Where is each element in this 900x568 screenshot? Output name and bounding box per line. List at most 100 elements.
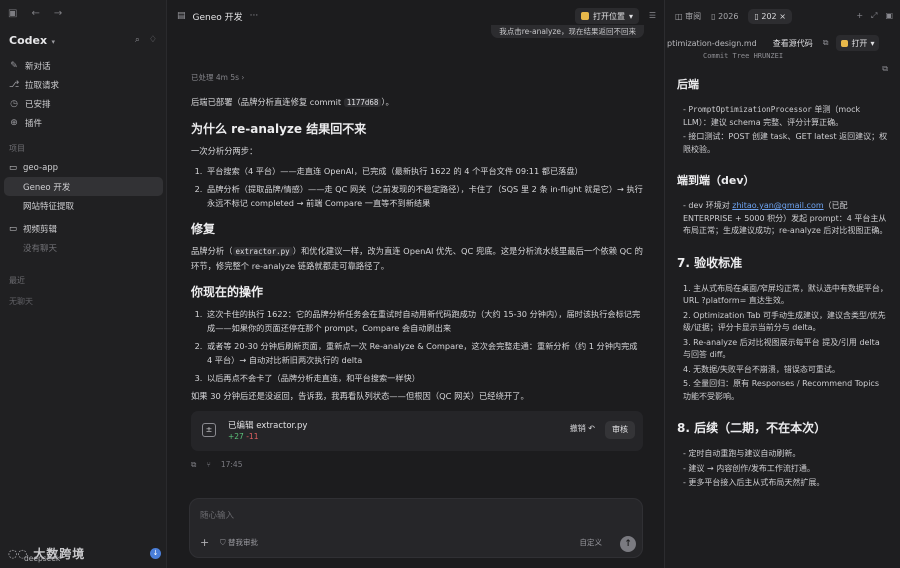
list-item: 这次卡住的执行 1622：它的品牌分析任务会在重试时自动用新代码跑成功（大约 1… — [205, 307, 643, 335]
code-snippet-cut: Commit Tree HRUNZEI — [703, 52, 784, 60]
composer-input[interactable]: 随心输入 — [200, 509, 234, 521]
lines-removed: -11 — [246, 432, 259, 441]
document-icon: ▯ — [711, 11, 716, 21]
folder-icon: ▭ — [9, 162, 18, 173]
bell-icon[interactable]: ♢ — [149, 35, 157, 45]
chat-label: 网站特征提取 — [23, 201, 75, 212]
tab-doc-2[interactable]: ▯ 202 × — [748, 8, 792, 24]
heading-backend: 后端 — [677, 78, 699, 91]
back-arrow-icon[interactable]: ← — [31, 8, 39, 19]
brand-name: Codex — [9, 34, 48, 47]
project-label: geo-app — [23, 162, 59, 173]
diff-panel-icon[interactable]: ☰ — [649, 11, 656, 20]
list-item: 品牌分析（提取品牌/情感）——走 QC 网关（之前发现的不稳定路径），卡住了（S… — [205, 182, 643, 210]
nav-label: 已安排 — [25, 99, 51, 110]
file-diff-icon: ± — [202, 423, 216, 437]
open-button[interactable]: 打开 ▾ — [836, 35, 880, 51]
nav-scheduled[interactable]: ◷ 已安排 — [0, 94, 167, 113]
processed-time[interactable]: 已处理 4m 5s › — [191, 72, 643, 83]
tab-label: 202 — [761, 11, 777, 21]
folder-icon: ▭ — [9, 223, 18, 234]
folder-app-icon — [580, 12, 589, 20]
project-geo-app[interactable]: ▭ geo-app — [0, 158, 167, 177]
processed-label: 已处理 4m 5s — [191, 73, 240, 82]
send-button[interactable]: ↑ — [620, 536, 636, 552]
chevron-down-icon: ▾ — [870, 38, 875, 48]
permission-selector[interactable]: ⛉ 替我审批 — [220, 537, 258, 548]
panel-toggle-icon[interactable]: ▣ — [885, 11, 893, 21]
chat-panel: ▤ Geneo 开发 ··· 打开位置 ▾ ☰ 我点击re-analyze，现在… — [167, 0, 664, 568]
heading-e2e: 端到端（dev） — [677, 174, 755, 187]
undo-button[interactable]: 撤销 ↶ — [570, 423, 595, 434]
nav-pull-requests[interactable]: ⎇ 拉取请求 — [0, 75, 167, 94]
nav-new-chat[interactable]: ✎ 新对话 — [0, 56, 167, 75]
document-content: Commit Tree HRUNZEI 后端 - PromptOptimizat… — [677, 50, 889, 492]
commit-hash: 1177d68 — [343, 98, 382, 107]
assistant-message: 已处理 4m 5s › 后端已部署（品牌分析直连修复 commit 1177d6… — [191, 72, 643, 403]
heading-now: 你现在的操作 — [191, 285, 264, 299]
chevron-right-icon: › — [241, 73, 245, 82]
expand-icon[interactable]: ⤢ — [871, 11, 877, 21]
nav-label: 插件 — [25, 118, 43, 129]
view-source-button[interactable]: 查看源代码 — [773, 38, 813, 49]
project-video-edit[interactable]: ▭ 视频剪辑 — [0, 219, 167, 238]
file-edit-card[interactable]: ± 已编辑 extractor.py +27 -11 撤销 ↶ 审核 — [191, 411, 643, 451]
forward-arrow-icon[interactable]: → — [54, 8, 62, 19]
list-item: 或者等 20-30 分钟后刷新页面，重新点一次 Re-analyze & Com… — [205, 339, 643, 367]
list-item: - dev 环境对 zhitao.yan@gmail.com（已配 ENTERP… — [677, 200, 889, 238]
tab-review[interactable]: ◫ 审阅 — [675, 11, 701, 22]
search-icon[interactable]: ⌕ — [135, 35, 140, 45]
fork-icon[interactable]: ⑂ — [206, 460, 211, 470]
workspace-switcher[interactable]: Codex ▾ — [9, 34, 55, 47]
tab-doc-1[interactable]: ▯ 2026 — [711, 12, 738, 21]
email-link[interactable]: zhitao.yan@gmail.com — [732, 201, 823, 210]
heading-followup: 8. 后续（二期，不在本次） — [677, 421, 827, 435]
add-attachment-icon[interactable]: + — [200, 536, 209, 549]
recent-empty-label: 无聊天 — [9, 297, 33, 306]
close-icon[interactable]: × — [779, 12, 786, 21]
list-item: 4. 无数据/失败平台不崩溃，错误态可重试。 — [683, 364, 840, 374]
heading-acceptance: 7. 验收标准 — [677, 255, 743, 270]
open-location-button[interactable]: 打开位置 ▾ — [574, 8, 639, 24]
chevron-down-icon: ▾ — [628, 11, 633, 21]
chat-site-feature-extract[interactable]: 网站特征提取 — [0, 196, 167, 215]
undo-label: 撤销 — [569, 424, 586, 433]
chat-label: Geneo 开发 — [23, 182, 71, 193]
account-footer[interactable]: ◌◌ 大数跨境 deepseek — [8, 545, 85, 563]
project-empty-chats: 没有聊天 — [0, 238, 167, 257]
tab-bar: ◫ 审阅 ▯ 2026 ▯ 202 × + ⤢ ▣ — [665, 0, 900, 32]
fix-paragraph: 品牌分析（ extractor.py ）和优化建议一样，改为直连 OpenAI 优先… — [191, 244, 643, 273]
chat-geneo-dev[interactable]: Geneo 开发 — [4, 177, 163, 196]
item-text: - dev 环境对 — [683, 201, 733, 210]
pull-request-icon: ⎇ — [9, 79, 20, 90]
list-item: - PromptOptimizationProcessor 单测（mock LL… — [677, 104, 889, 129]
user-message: 我点击re-analyze，现在结果返回不回来 — [491, 25, 644, 38]
new-chat-icon: ✎ — [10, 60, 18, 71]
list-item: 3. Re-analyze 后对比视图展示每平台 提及/引用 delta 与回答… — [683, 337, 880, 360]
sidebar-toggle-icon[interactable]: ▣ — [8, 8, 17, 19]
copy-icon[interactable]: ⧉ — [191, 460, 196, 470]
schedule-icon: ◷ — [10, 98, 18, 109]
copy-icon[interactable]: ⧉ — [823, 38, 829, 48]
projects-section-label: 项目 — [9, 144, 25, 153]
nav-plugins[interactable]: ⊕ 插件 — [0, 113, 167, 132]
document-panel: ◫ 审阅 ▯ 2026 ▯ 202 × + ⤢ ▣ ptimization-de… — [664, 0, 900, 568]
add-tab-icon[interactable]: + — [856, 11, 863, 21]
list-item: - 定时自动重跑与建议自动刷新。 — [683, 449, 801, 458]
nav-label: 新对话 — [25, 61, 51, 72]
list-item: - 更多平台接入后主从式布局天然扩展。 — [683, 478, 825, 487]
window-controls: ▣ ← → — [8, 8, 62, 19]
chat-title: Geneo 开发 — [192, 12, 243, 23]
more-options-icon[interactable]: ··· — [250, 11, 259, 21]
list-item: - 建议 → 内容创作/发布工作流打通。 — [683, 463, 815, 473]
tab-label: 审阅 — [685, 11, 702, 21]
account-name: deepseek — [24, 554, 61, 563]
permission-label: 替我审批 — [228, 538, 259, 547]
update-badge[interactable]: ↓ — [150, 548, 161, 559]
list-item: - 接口测试：POST 创建 task、GET latest 返回建议；权限校验… — [683, 132, 888, 154]
review-button[interactable]: 审核 — [605, 421, 635, 439]
item-code: PromptOptimizationProcessor — [688, 105, 812, 114]
composer[interactable]: 随心输入 + ⛉ 替我审批 自定义 ↑ — [189, 498, 643, 558]
model-selector[interactable]: 自定义 — [580, 537, 603, 548]
lines-added: +27 — [228, 432, 244, 441]
